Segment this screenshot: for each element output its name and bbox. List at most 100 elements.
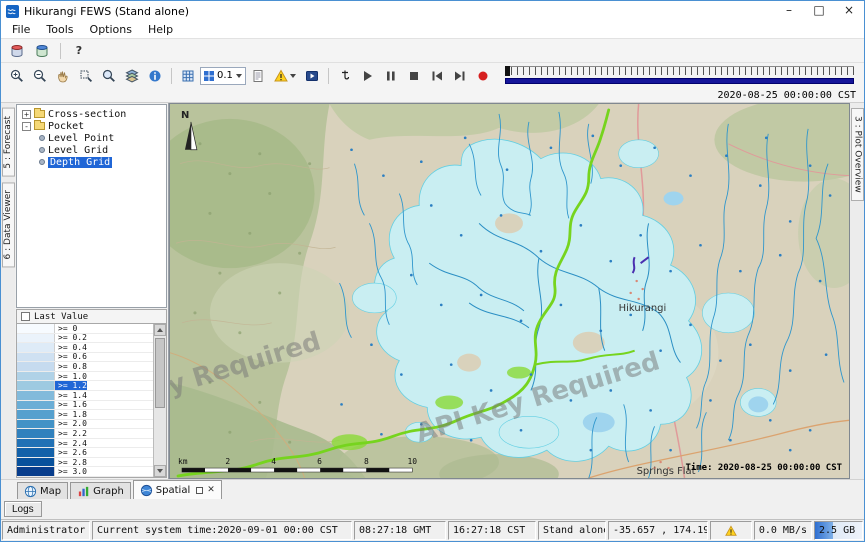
scrollbar-thumb[interactable] xyxy=(155,338,165,408)
interval-grid-icon xyxy=(204,71,214,81)
tab-spatial[interactable]: Spatial ✕ xyxy=(133,480,222,499)
archive-button[interactable] xyxy=(31,41,53,61)
side-tab-data-viewer[interactable]: 6 : Data Viewer xyxy=(2,182,15,267)
legend-row[interactable]: >= 2.6 xyxy=(17,448,153,458)
legend-row-label: >= 0.2 xyxy=(55,334,87,343)
step-back-icon xyxy=(430,69,444,83)
grid-display-button[interactable] xyxy=(177,66,199,86)
map-view[interactable]: API Key Required API Key Required Hikura… xyxy=(169,103,850,479)
pause-button[interactable] xyxy=(380,66,402,86)
maximize-button[interactable]: □ xyxy=(804,1,834,21)
main-toolbar: ? xyxy=(1,39,864,63)
tree-item-cross-section[interactable]: Cross-section xyxy=(17,108,166,120)
step-back-button[interactable] xyxy=(426,66,448,86)
play-button[interactable] xyxy=(357,66,379,86)
minimize-button[interactable]: – xyxy=(774,1,804,21)
side-tab-forecast[interactable]: 5 : Forecast xyxy=(2,108,15,177)
legend-scrollbar[interactable] xyxy=(153,324,166,477)
logs-button[interactable]: Logs xyxy=(4,501,42,517)
tab-graph[interactable]: Graph xyxy=(70,482,131,499)
left-panel: Cross-section Pocket Level Point Level G… xyxy=(15,103,169,479)
layers-button[interactable] xyxy=(121,66,143,86)
report-button[interactable] xyxy=(247,66,269,86)
tree-item-depth-grid[interactable]: Depth Grid xyxy=(17,156,166,168)
legend-color-swatch xyxy=(17,458,55,467)
zoom-box-button[interactable] xyxy=(75,66,97,86)
legend-row[interactable]: >= 0.6 xyxy=(17,353,153,363)
menu-help[interactable]: Help xyxy=(140,22,181,37)
collapse-icon[interactable] xyxy=(22,122,31,131)
tab-graph-label: Graph xyxy=(93,486,124,497)
stop-button[interactable] xyxy=(403,66,425,86)
legend-row[interactable]: >= 0.2 xyxy=(17,334,153,344)
interval-select[interactable]: 0.1 xyxy=(200,67,246,85)
side-tab-plot-overview[interactable]: 3 : Plot Overview xyxy=(851,108,864,201)
north-label: N xyxy=(181,110,189,121)
legend-row[interactable]: >= 1.0 xyxy=(17,372,153,382)
status-coordinates: -35.657 , 174.199 xyxy=(608,521,708,540)
bottom-tab-bar: Map Graph Spatial ✕ xyxy=(1,479,864,499)
status-warning-cell[interactable] xyxy=(710,521,752,540)
step-forward-button[interactable] xyxy=(449,66,471,86)
tab-map[interactable]: Map xyxy=(17,482,68,499)
legend-row[interactable]: >= 2.8 xyxy=(17,458,153,468)
document-icon xyxy=(251,69,265,83)
last-value-checkbox[interactable] xyxy=(21,312,30,321)
legend-row[interactable]: >= 0.4 xyxy=(17,343,153,353)
zoom-in-button[interactable] xyxy=(6,66,28,86)
menu-options[interactable]: Options xyxy=(82,22,140,37)
legend-row[interactable]: >= 1.2 xyxy=(17,381,153,391)
warnings-dropdown-button[interactable] xyxy=(270,66,300,86)
toolbar-separator xyxy=(328,68,329,84)
menu-file[interactable]: File xyxy=(4,22,38,37)
archive-icon xyxy=(35,44,49,58)
close-button[interactable]: × xyxy=(834,1,864,21)
database-button[interactable] xyxy=(6,41,28,61)
status-warning-icon xyxy=(725,525,737,537)
pan-button[interactable] xyxy=(52,66,74,86)
pause-icon xyxy=(384,69,398,83)
app-logo-icon xyxy=(6,5,19,18)
zoom-out-button[interactable] xyxy=(29,66,51,86)
profile-tool-button[interactable] xyxy=(334,66,356,86)
animation-button[interactable] xyxy=(301,66,323,86)
legend-row[interactable]: >= 1.4 xyxy=(17,391,153,401)
toolbar-separator xyxy=(60,43,61,59)
zoom-extent-button[interactable] xyxy=(98,66,120,86)
legend-row[interactable]: >= 0 xyxy=(17,324,153,334)
scrollbar-track[interactable] xyxy=(154,336,166,465)
legend-row-label: >= 2.4 xyxy=(55,439,87,448)
legend-row-label: >= 1.4 xyxy=(55,391,87,400)
legend-row[interactable]: >= 2.0 xyxy=(17,420,153,430)
legend-row[interactable]: >= 1.6 xyxy=(17,401,153,411)
legend-header: Last Value xyxy=(16,309,167,324)
legend-row-label: >= 2.2 xyxy=(55,429,87,438)
legend-row[interactable]: >= 1.8 xyxy=(17,410,153,420)
time-slider-range-bar xyxy=(505,78,854,84)
grid-icon xyxy=(181,69,195,83)
scroll-up-button[interactable] xyxy=(154,324,166,336)
undock-icon[interactable] xyxy=(196,487,203,494)
info-button[interactable] xyxy=(144,66,166,86)
record-button[interactable] xyxy=(472,66,494,86)
dropdown-caret-icon xyxy=(290,74,296,78)
time-slider-handle[interactable] xyxy=(505,66,510,76)
scroll-down-button[interactable] xyxy=(154,465,166,477)
legend-row[interactable]: >= 3.0 xyxy=(17,467,153,477)
pan-hand-icon xyxy=(56,69,70,83)
tree-item-level-point[interactable]: Level Point xyxy=(17,132,166,144)
time-slider[interactable] xyxy=(505,66,854,86)
legend-body: >= 0 >= 0.2 >= 0.4 >= 0.6 xyxy=(16,324,167,478)
status-system-time: Current system time:2020-09-01 00:00 CST xyxy=(92,521,352,540)
legend-row[interactable]: >= 0.8 xyxy=(17,362,153,372)
tree-item-pocket[interactable]: Pocket xyxy=(17,120,166,132)
legend-row[interactable]: >= 2.2 xyxy=(17,429,153,439)
close-tab-icon[interactable]: ✕ xyxy=(207,485,215,495)
expand-icon[interactable] xyxy=(22,110,31,119)
legend-row-label: >= 0.6 xyxy=(55,353,87,362)
legend-color-swatch xyxy=(17,467,55,476)
menu-tools[interactable]: Tools xyxy=(38,22,81,37)
tree-item-level-grid[interactable]: Level Grid xyxy=(17,144,166,156)
help-button[interactable]: ? xyxy=(68,41,90,61)
legend-row[interactable]: >= 2.4 xyxy=(17,439,153,449)
